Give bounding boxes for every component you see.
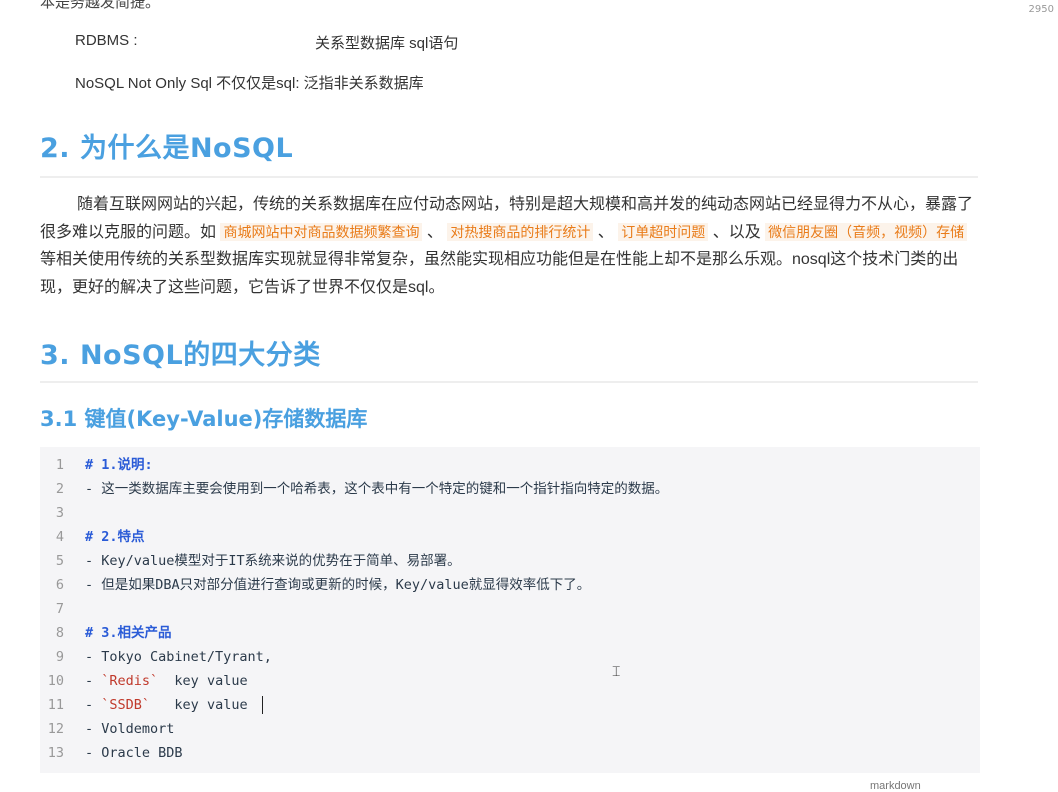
code-text: # 1.说明: <box>85 457 153 473</box>
line-number: 3 <box>55 505 64 521</box>
rdbms-value: 关系型数据库 sql语句 <box>315 35 459 52</box>
separator: 、以及 <box>708 223 766 241</box>
watermark-logo <box>758 38 1058 88</box>
code-text: - `Redis` key value <box>85 669 248 693</box>
line-number: 7 <box>55 601 64 617</box>
line-number: 1 <box>55 457 64 473</box>
heading-divider <box>40 381 978 383</box>
separator: 、 <box>422 223 448 241</box>
code-rest: key value <box>150 697 248 713</box>
rdbms-label: RDBMS : <box>75 32 138 49</box>
code-text: - 这一类数据库主要会使用到一个哈希表，这个表中有一个特定的键和一个指针指向特定… <box>85 481 669 497</box>
code-text: - Tokyo Cabinet/Tyrant, <box>85 649 272 665</box>
heading-divider <box>40 176 978 178</box>
highlight-4: 微信朋友圈（音频，视频）存储 <box>765 222 968 241</box>
inline-code: `Redis` <box>101 673 159 689</box>
line-number: 2 <box>55 481 64 497</box>
code-rest: key value <box>158 673 248 689</box>
corner-number: 2950 <box>1028 4 1054 15</box>
section-2-paragraph: 随着互联网网站的兴起，传统的关系数据库在应付动态网站，特别是超大规模和高并发的纯… <box>40 191 980 301</box>
line-number: 11 <box>47 697 64 713</box>
section-2-heading: 2. 为什么是NoSQL <box>40 133 294 164</box>
line-number: 8 <box>55 625 64 641</box>
list-dash: - <box>85 673 102 689</box>
code-text: - 但是如果DBA只对部分值进行查询或更新的时候，Key/value就显得效率低… <box>85 577 591 593</box>
code-text: # 2.特点 <box>85 529 145 545</box>
line-number: 9 <box>55 649 64 665</box>
line-number: 13 <box>47 745 64 761</box>
section-3-heading: 3. NoSQL的四大分类 <box>40 340 321 371</box>
highlight-1: 商城网站中对商品数据频繁查询 <box>220 222 423 241</box>
rdbms-line: RDBMS : 关系型数据库 sql语句 <box>75 32 458 52</box>
highlight-3: 订单超时问题 <box>618 222 709 241</box>
code-text: - `SSDB` key value <box>85 693 263 717</box>
code-text: - Voldemort <box>85 721 175 737</box>
separator: 、 <box>593 223 619 241</box>
code-block[interactable]: 1 # 1.说明: 2 - 这一类数据库主要会使用到一个哈希表，这个表中有一个特定的… <box>40 447 980 773</box>
code-text: # 3.相关产品 <box>85 625 172 641</box>
ibeam-cursor-icon: ⌶ <box>612 664 621 680</box>
inline-code: `SSDB` <box>101 697 151 713</box>
line-number: 10 <box>47 673 64 689</box>
code-text: - Oracle BDB <box>85 745 183 761</box>
line-number: 6 <box>55 577 64 593</box>
line-number: 4 <box>55 529 64 545</box>
section-3-1-heading: 3.1 键值(Key-Value)存储数据库 <box>40 407 368 431</box>
nosql-line: NoSQL Not Only Sql 不仅仅是sql: 泛指非关系数据库 <box>75 75 424 92</box>
list-dash: - <box>85 697 102 713</box>
para-text-end: 等相关使用传统的关系型数据库实现就显得非常复杂，虽然能实现相应功能但是在性能上却… <box>40 251 959 296</box>
line-number: 5 <box>55 553 64 569</box>
line-number: 12 <box>47 721 64 737</box>
code-text: - Key/value模型对于IT系统来说的优势在于简单、易部署。 <box>85 553 461 569</box>
language-label: markdown <box>870 780 921 792</box>
text-caret <box>261 696 263 714</box>
cut-off-text: 本是务越发简捷。 <box>40 0 161 11</box>
highlight-2: 对热搜商品的排行统计 <box>447 222 594 241</box>
